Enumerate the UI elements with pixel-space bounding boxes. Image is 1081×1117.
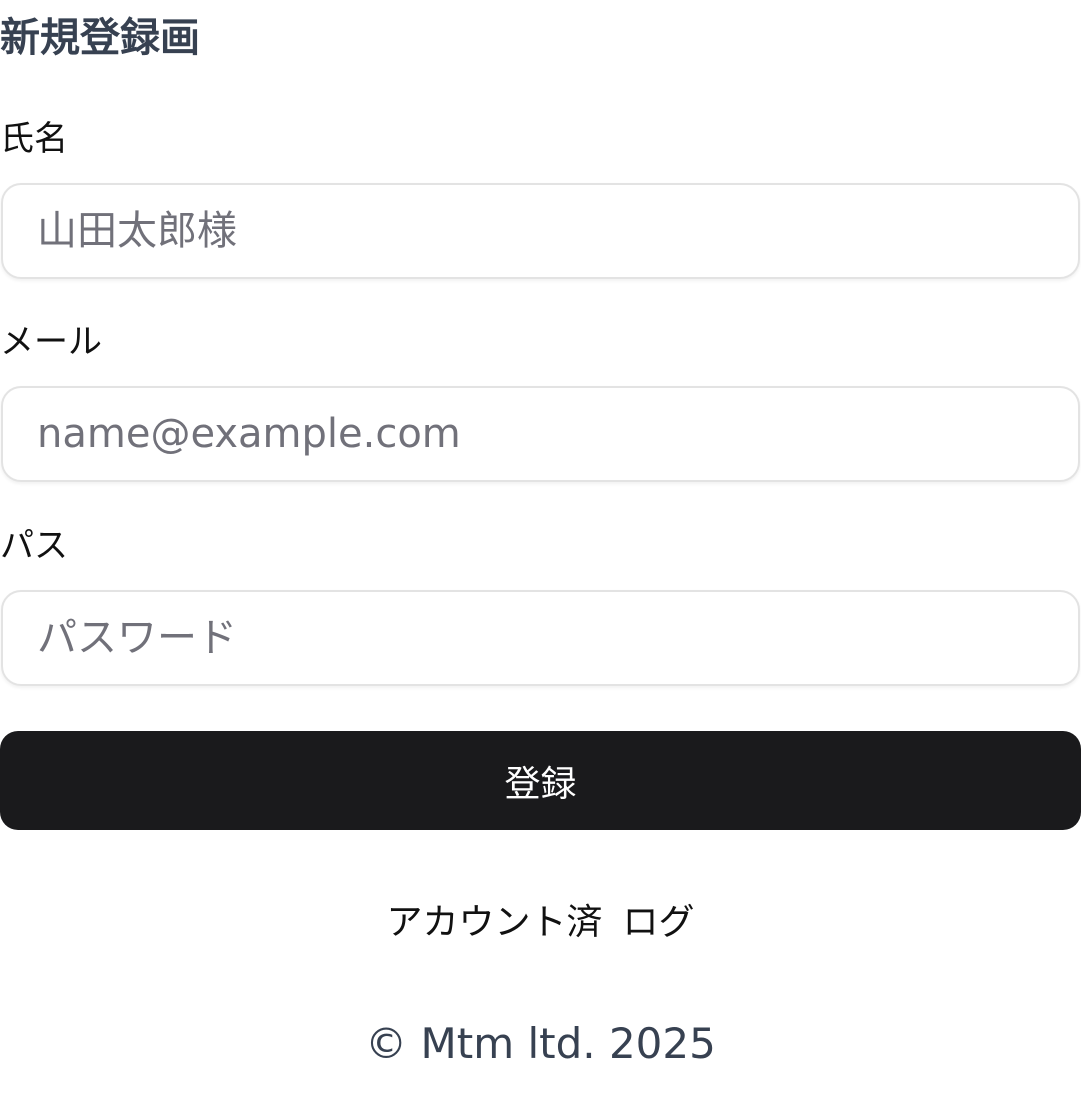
password-input[interactable] bbox=[1, 590, 1080, 686]
login-link[interactable]: ログ bbox=[623, 902, 695, 943]
email-label: メール bbox=[0, 322, 102, 362]
password-label: パス bbox=[0, 526, 68, 566]
login-prompt-text: アカウント済 bbox=[386, 902, 603, 943]
name-input[interactable] bbox=[1, 183, 1080, 279]
page-title: 新規登録画 bbox=[0, 15, 200, 61]
signup-page: 新規登録画 氏名 メール パス 登録 アカウント済ログ © Mtm ltd. 2… bbox=[0, 0, 1081, 1117]
name-label: 氏名 bbox=[0, 119, 68, 159]
email-input[interactable] bbox=[1, 386, 1080, 482]
copyright-footer: © Mtm ltd. 2025 bbox=[365, 1019, 716, 1068]
submit-button[interactable]: 登録 bbox=[0, 731, 1081, 830]
login-prompt-row: アカウント済 ログ bbox=[0, 898, 1081, 948]
